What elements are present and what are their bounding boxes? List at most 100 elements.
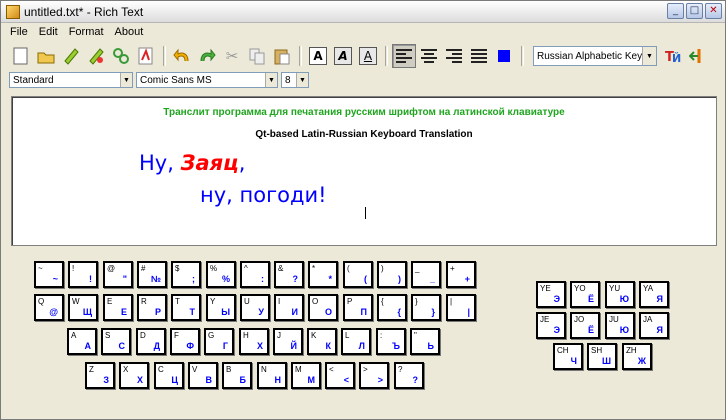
key-j[interactable]: JЙ <box>273 328 303 355</box>
key-sym[interactable]: @ " <box>103 261 133 288</box>
key-e[interactable]: EЕ <box>103 294 133 321</box>
key-d[interactable]: DД <box>136 328 166 355</box>
justify-icon[interactable] <box>467 44 491 68</box>
print-icon[interactable] <box>109 44 133 68</box>
open-icon[interactable] <box>34 44 58 68</box>
key-l[interactable]: LЛ <box>341 328 371 355</box>
align-center-icon[interactable] <box>417 44 441 68</box>
key-sym[interactable]: }} <box>411 294 441 321</box>
keyboard-layout-select[interactable]: Russian Alphabetic Keyboard ▼ <box>533 46 657 66</box>
key-ch[interactable]: CH Ч <box>553 343 583 370</box>
exit-icon[interactable] <box>686 44 710 68</box>
key-cyrillic-label: Б <box>239 375 246 385</box>
key-ja[interactable]: JA Я <box>639 312 669 339</box>
key-latin-label: K <box>311 331 317 340</box>
key-y[interactable]: YЫ <box>206 294 236 321</box>
key-sym[interactable]: < < <box>325 362 355 389</box>
italic-icon[interactable]: A <box>331 44 355 68</box>
menu-file[interactable]: File <box>10 26 28 38</box>
key-r[interactable]: RР <box>137 294 167 321</box>
key-latin-label: JA <box>643 315 653 324</box>
key-cyrillic-label: С <box>118 341 126 351</box>
key-n[interactable]: NН <box>257 362 287 389</box>
menu-format[interactable]: Format <box>69 26 104 38</box>
undo-icon[interactable] <box>170 44 194 68</box>
key-sym[interactable]: _ _ <box>411 261 441 288</box>
key-a[interactable]: AА <box>67 328 97 355</box>
copy-icon[interactable] <box>245 44 269 68</box>
key-g[interactable]: GГ <box>204 328 234 355</box>
key-sym[interactable]: ^: <box>240 261 270 288</box>
redo-icon[interactable] <box>195 44 219 68</box>
key-t[interactable]: TТ <box>171 294 201 321</box>
save-icon[interactable] <box>59 44 83 68</box>
key-yo[interactable]: YO Ё <box>570 281 600 308</box>
underline-icon[interactable]: A <box>356 44 380 68</box>
key-je[interactable]: JE Э <box>536 312 566 339</box>
key-sym[interactable]: * * <box>308 261 338 288</box>
key-sym[interactable]: ~ ~ <box>34 261 64 288</box>
key-p[interactable]: PП <box>343 294 373 321</box>
color-icon[interactable] <box>492 44 516 68</box>
align-right-icon[interactable] <box>442 44 466 68</box>
key-sym[interactable]: !! <box>68 261 98 288</box>
key-ya[interactable]: YA Я <box>639 281 669 308</box>
font-select[interactable]: Comic Sans MS ▼ <box>136 72 278 88</box>
key-sym[interactable]: {{ <box>377 294 407 321</box>
key-sym[interactable]: " Ь <box>410 328 440 355</box>
menu-edit[interactable]: Edit <box>39 26 58 38</box>
text-editor[interactable]: Транслит программа для печатания русским… <box>11 96 717 246</box>
key-sym[interactable]: )) <box>377 261 407 288</box>
key-v[interactable]: VВ <box>188 362 218 389</box>
key-sym[interactable]: # № <box>137 261 167 288</box>
key-o[interactable]: OО <box>308 294 338 321</box>
close-button[interactable]: ✕ <box>705 3 722 19</box>
paste-icon[interactable] <box>270 44 294 68</box>
key-c[interactable]: CЦ <box>154 362 184 389</box>
key-s[interactable]: SС <box>101 328 131 355</box>
key-f[interactable]: FФ <box>170 328 200 355</box>
key-zh[interactable]: ZH Ж <box>622 343 652 370</box>
key-sym[interactable]: :Ъ <box>376 328 406 355</box>
key-sym[interactable]: &? <box>274 261 304 288</box>
key-cyrillic-label: { <box>397 307 401 317</box>
key-q[interactable]: Q @ <box>34 294 64 321</box>
key-ju[interactable]: JU Ю <box>605 312 635 339</box>
menu-about[interactable]: About <box>115 26 144 38</box>
key-b[interactable]: BБ <box>222 362 252 389</box>
cut-icon[interactable]: ✂ <box>220 44 244 68</box>
key-jo[interactable]: JO Ё <box>570 312 600 339</box>
key-cyrillic-label: | <box>467 307 470 317</box>
key-i[interactable]: IИ <box>274 294 304 321</box>
key-z[interactable]: ZЗ <box>85 362 115 389</box>
align-left-icon[interactable] <box>392 44 416 68</box>
save-as-icon[interactable] <box>84 44 108 68</box>
pdf-icon[interactable] <box>134 44 158 68</box>
maximize-button[interactable]: □ <box>686 3 703 19</box>
key-sym[interactable]: (( <box>343 261 373 288</box>
bold-icon[interactable]: A <box>306 44 330 68</box>
key-h[interactable]: HХ <box>239 328 269 355</box>
key-sh[interactable]: SH Ш <box>587 343 617 370</box>
key-u[interactable]: UУ <box>240 294 270 321</box>
key-cyrillic-label: : <box>261 274 264 284</box>
key-sym[interactable]: $; <box>171 261 201 288</box>
key-w[interactable]: WЩ <box>68 294 98 321</box>
key-sym[interactable]: > > <box>359 362 389 389</box>
keyboard-layout-icon[interactable]: TЙ <box>661 44 685 68</box>
key-m[interactable]: MМ <box>291 362 321 389</box>
key-k[interactable]: KК <box>307 328 337 355</box>
key-ye[interactable]: YE Э <box>536 281 566 308</box>
key-sym[interactable]: + + <box>446 261 476 288</box>
minimize-button[interactable]: _ <box>667 3 684 19</box>
key-sym[interactable]: ?? <box>394 362 424 389</box>
key-yu[interactable]: YU Ю <box>605 281 635 308</box>
size-select[interactable]: 8 ▼ <box>281 72 309 88</box>
key-sym[interactable]: %% <box>206 261 236 288</box>
size-select-value: 8 <box>285 74 291 86</box>
text-caret <box>365 207 366 219</box>
style-select[interactable]: Standard ▼ <box>9 72 133 88</box>
key-sym[interactable]: | | <box>446 294 476 321</box>
new-icon[interactable] <box>9 44 33 68</box>
key-x[interactable]: XХ <box>119 362 149 389</box>
